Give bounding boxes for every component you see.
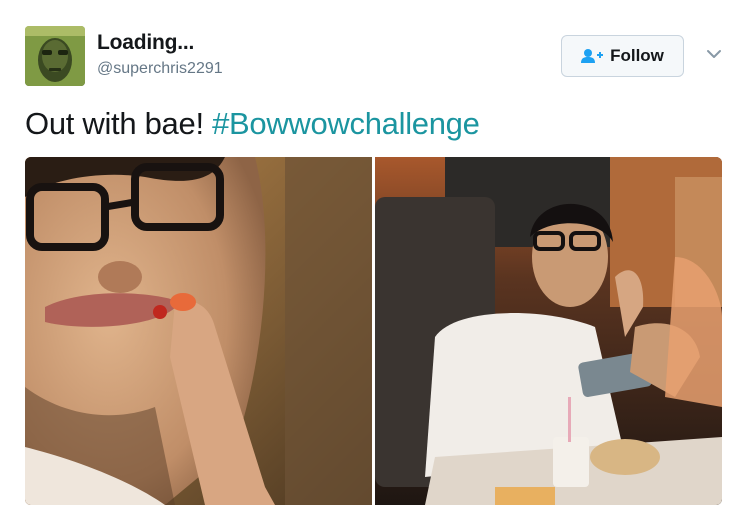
add-user-icon xyxy=(581,48,604,64)
photo-restaurant[interactable] xyxy=(375,157,722,505)
restaurant-image xyxy=(375,157,722,505)
hashtag-link[interactable]: #Bowwowchallenge xyxy=(212,106,480,141)
author-handle[interactable]: @superchris2291 xyxy=(97,60,223,78)
tweet-text: Out with bae! #Bowwowchallenge xyxy=(25,106,480,142)
avatar[interactable] xyxy=(25,26,85,86)
follow-button[interactable]: Follow xyxy=(561,35,684,77)
avatar-image xyxy=(25,26,85,86)
chevron-down-icon[interactable] xyxy=(704,46,724,62)
photo-closeup[interactable] xyxy=(25,157,372,505)
author-name[interactable]: Loading... xyxy=(97,31,194,55)
media-grid xyxy=(25,157,722,505)
follow-label: Follow xyxy=(610,46,664,65)
closeup-image xyxy=(25,157,372,505)
tweet-body: Out with bae! xyxy=(25,106,213,141)
tweet-card: Loading... @superchris2291 Follow Out wi… xyxy=(0,0,740,517)
